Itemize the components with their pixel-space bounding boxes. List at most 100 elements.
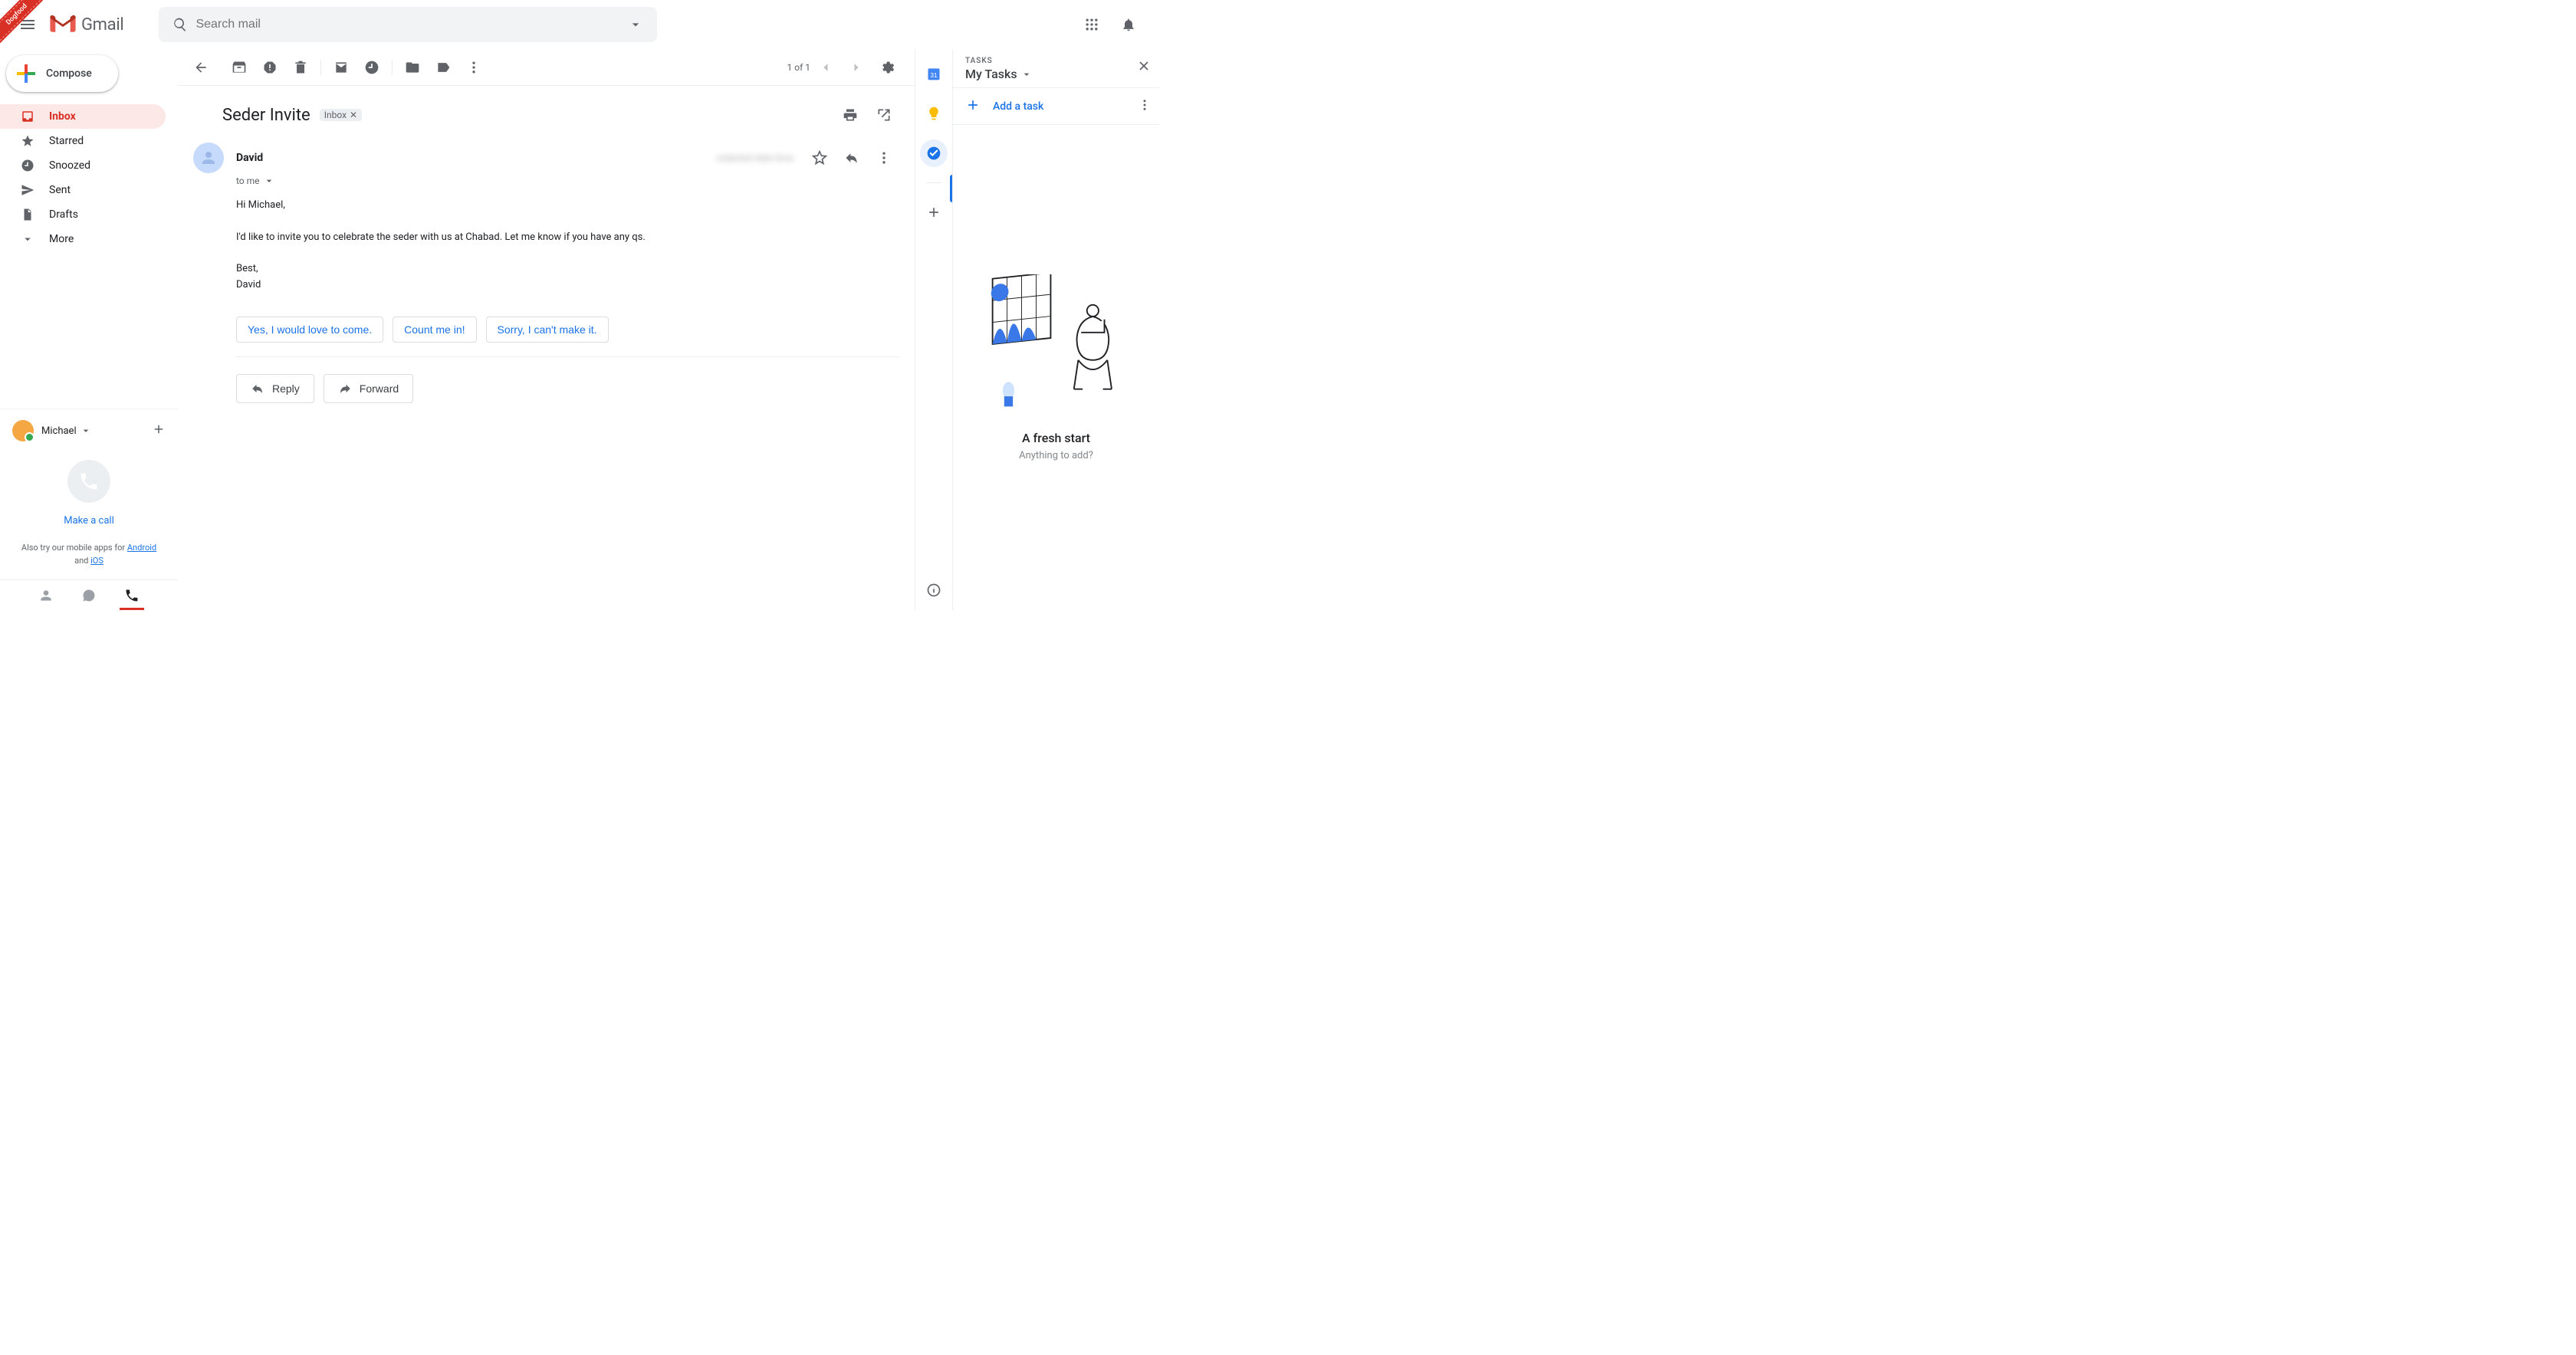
hangouts-avatar[interactable] — [12, 420, 34, 441]
app-header: Gmail — [0, 0, 1159, 49]
android-link[interactable]: Android — [127, 543, 156, 553]
send-icon — [21, 183, 34, 197]
print-button[interactable] — [835, 100, 866, 130]
chat-bubble-icon — [81, 588, 97, 603]
plus-icon — [926, 205, 941, 220]
notifications-button[interactable] — [1113, 9, 1144, 40]
phone-icon — [124, 588, 140, 603]
search-options-button[interactable] — [620, 17, 651, 32]
email-date: redacted date time — [717, 153, 794, 163]
hangouts-tab-chat[interactable] — [77, 580, 101, 610]
sender-name[interactable]: David — [236, 152, 263, 164]
email-subject: Seder Invite — [222, 106, 310, 125]
rail-calendar[interactable]: 31 — [920, 60, 948, 87]
trash-icon — [293, 60, 308, 75]
label-chip-inbox[interactable]: Inbox ✕ — [320, 109, 362, 121]
tasks-header-label: TASKS — [965, 57, 1147, 65]
side-app-rail: 31 — [915, 49, 952, 610]
label-chip-text: Inbox — [324, 110, 347, 120]
arrow-left-icon — [193, 60, 209, 75]
keep-icon — [926, 106, 941, 121]
forward-button[interactable]: Forward — [324, 374, 413, 403]
hangouts-add-button[interactable] — [152, 422, 166, 439]
caret-down-icon[interactable] — [80, 425, 92, 437]
recipients-line[interactable]: to me — [236, 175, 899, 187]
tasks-empty-subtitle: Anything to add? — [1019, 450, 1093, 461]
rail-add-ons[interactable] — [920, 198, 948, 226]
more-button[interactable] — [458, 52, 489, 83]
rail-keep[interactable] — [920, 100, 948, 127]
tasks-empty-title: A fresh start — [1022, 431, 1090, 445]
sidebar-item-more[interactable]: More — [0, 227, 166, 251]
inbox-icon — [21, 110, 34, 123]
chevron-right-icon — [849, 60, 864, 75]
make-a-call-link[interactable]: Make a call — [64, 515, 114, 527]
mail-view: 1 of 1 Seder Invite Inbox ✕ — [178, 49, 915, 610]
star-icon — [21, 134, 34, 148]
smart-reply-3[interactable]: Sorry, I can't make it. — [486, 317, 609, 343]
folder-move-icon — [405, 60, 420, 75]
snooze-button[interactable] — [356, 52, 387, 83]
close-icon — [1136, 58, 1152, 74]
sidebar-item-label: More — [49, 233, 74, 245]
search-input[interactable] — [196, 18, 620, 31]
next-page-button[interactable] — [841, 52, 872, 83]
label-icon — [435, 60, 451, 75]
add-task-button[interactable]: Add a task — [953, 88, 1159, 125]
clock-icon — [364, 60, 380, 75]
open-window-button[interactable] — [869, 100, 899, 130]
remove-label-icon[interactable]: ✕ — [350, 110, 357, 120]
smart-reply-2[interactable]: Count me in! — [393, 317, 476, 343]
hangouts-tab-phone[interactable] — [120, 580, 144, 610]
apps-grid-icon — [1084, 17, 1099, 32]
caret-down-icon — [263, 175, 275, 187]
bell-icon — [1121, 17, 1136, 32]
gear-icon — [879, 60, 895, 75]
chevron-left-icon — [818, 60, 833, 75]
hangouts-section: Michael Make a call Also try our mobile … — [0, 408, 178, 610]
caret-down-icon — [1020, 68, 1033, 80]
chevron-down-icon — [21, 232, 34, 246]
rail-tasks[interactable] — [920, 139, 948, 167]
delete-button[interactable] — [285, 52, 316, 83]
sidebar-item-drafts[interactable]: Drafts — [0, 202, 166, 227]
reply-icon-button[interactable] — [836, 143, 867, 173]
spam-icon — [262, 60, 278, 75]
apps-grid-button[interactable] — [1076, 9, 1107, 40]
mobile-apps-note: Also try our mobile apps for Android and… — [21, 542, 156, 567]
compose-button[interactable]: Compose — [6, 55, 118, 92]
hangouts-username[interactable]: Michael — [41, 425, 77, 437]
reply-button[interactable]: Reply — [236, 374, 314, 403]
prev-page-button[interactable] — [810, 52, 841, 83]
gmail-logo[interactable]: Gmail — [49, 14, 123, 35]
sidebar-item-inbox[interactable]: Inbox — [0, 104, 166, 129]
settings-button[interactable] — [872, 52, 902, 83]
sidebar-item-starred[interactable]: Starred — [0, 129, 166, 153]
labels-button[interactable] — [428, 52, 458, 83]
archive-button[interactable] — [224, 52, 255, 83]
sidebar-item-label: Snoozed — [49, 159, 90, 172]
star-outline-icon — [812, 150, 827, 166]
tasks-list-picker[interactable]: My Tasks — [965, 67, 1147, 81]
sender-avatar[interactable] — [193, 143, 224, 173]
logo-text: Gmail — [81, 15, 123, 34]
rail-info[interactable] — [926, 582, 941, 601]
ios-link[interactable]: iOS — [90, 556, 104, 566]
sidebar-item-sent[interactable]: Sent — [0, 178, 166, 202]
hangouts-tab-contacts[interactable] — [34, 580, 58, 610]
search-box[interactable] — [159, 7, 657, 42]
more-vert-icon — [876, 150, 892, 166]
report-spam-button[interactable] — [255, 52, 285, 83]
sidebar-item-label: Drafts — [49, 208, 78, 221]
smart-reply-1[interactable]: Yes, I would love to come. — [236, 317, 383, 343]
sidebar-item-snoozed[interactable]: Snoozed — [0, 153, 166, 178]
tasks-close-button[interactable] — [1136, 58, 1152, 77]
tasks-more-button[interactable] — [1138, 98, 1152, 115]
person-icon — [38, 588, 54, 603]
reply-icon — [844, 150, 859, 166]
mark-unread-button[interactable] — [326, 52, 356, 83]
star-button[interactable] — [804, 143, 835, 173]
back-button[interactable] — [186, 52, 216, 83]
move-to-button[interactable] — [397, 52, 428, 83]
message-more-button[interactable] — [869, 143, 899, 173]
